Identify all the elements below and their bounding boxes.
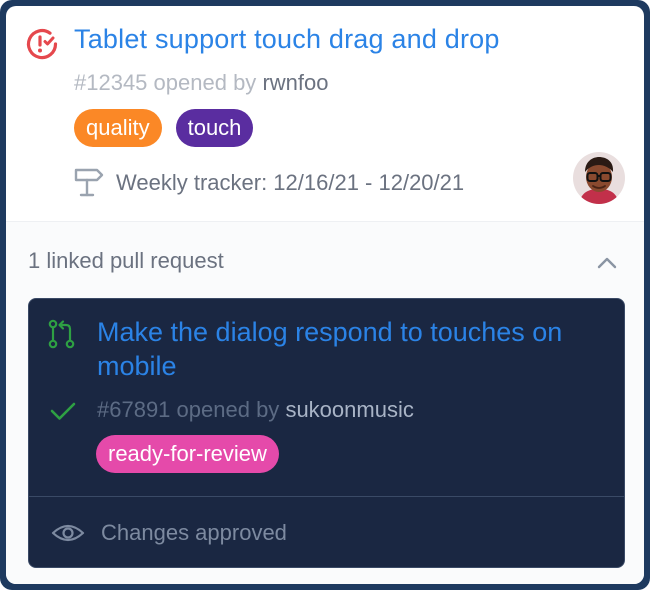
linked-section: 1 linked pull request Make the dialog re… — [6, 222, 644, 584]
review-status: Changes approved — [101, 520, 287, 545]
chevron-up-icon[interactable] — [594, 250, 620, 276]
pull-request-icon — [48, 319, 75, 349]
issue-meta: #12345 opened by rwnfoo — [74, 70, 328, 96]
assignee-avatar[interactable] — [573, 152, 625, 204]
card-frame: Tablet support touch drag and drop #1234… — [0, 0, 650, 590]
issue-title[interactable]: Tablet support touch drag and drop — [74, 24, 500, 55]
issue-opened-by-text: opened by — [153, 70, 257, 95]
issue-author[interactable]: rwnfoo — [262, 70, 328, 95]
milestone-text[interactable]: Weekly tracker: 12/16/21 - 12/20/21 — [116, 170, 464, 196]
pull-request-card[interactable]: Make the dialog respond to touches on mo… — [28, 298, 625, 568]
issue-number[interactable]: #12345 — [74, 70, 147, 95]
eye-icon — [51, 524, 85, 542]
label-ready-for-review[interactable]: ready-for-review — [96, 435, 279, 473]
label-touch[interactable]: touch — [175, 109, 254, 147]
pull-request-opened-by-text: opened by — [176, 397, 280, 422]
issue-labels: quality touch — [74, 109, 254, 147]
label-quality[interactable]: quality — [74, 109, 162, 147]
pull-request-author[interactable]: sukoonmusic — [285, 397, 413, 422]
pull-request-number[interactable]: #67891 — [97, 397, 170, 422]
avatar-illustration — [573, 152, 625, 204]
pull-request-divider — [29, 496, 624, 497]
issue-in-progress-icon — [26, 28, 58, 60]
pull-request-title[interactable]: Make the dialog respond to touches on mo… — [97, 315, 607, 383]
issue-card: Tablet support touch drag and drop #1234… — [6, 6, 644, 584]
pull-request-meta: #67891 opened by sukoonmusic — [97, 397, 414, 423]
linked-pr-count: 1 linked pull request — [28, 248, 224, 273]
signpost-icon — [74, 168, 104, 197]
check-icon — [50, 402, 76, 420]
